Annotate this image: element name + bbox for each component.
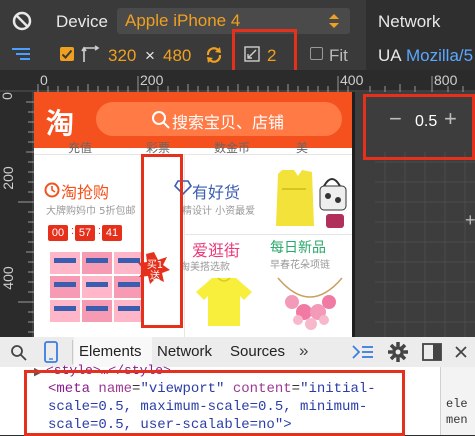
vertical-ruler-ticks xyxy=(18,92,34,337)
zoom-in-partial: + xyxy=(465,210,475,230)
network-label: Network xyxy=(378,12,441,31)
mobile-device-icon[interactable] xyxy=(44,341,58,363)
code-line-3[interactable]: scale=0.5, user-scalable=no"> xyxy=(48,417,292,433)
fit-checkbox[interactable] xyxy=(310,47,323,60)
swap-dimensions-icon[interactable] xyxy=(204,45,224,65)
search-placeholder: 搜索宝贝、店铺 xyxy=(172,113,285,132)
countdown-colon-2: : xyxy=(98,225,102,237)
ruler-label-0: 0 xyxy=(40,72,48,88)
ruler-label-800: 800 xyxy=(434,72,458,88)
gear-icon[interactable] xyxy=(387,341,409,363)
device-viewport[interactable]: 淘 搜索宝贝、店铺 充值 彩票 数金币 美 淘抢购 大牌购妈巾 5折包邮 00 … xyxy=(34,92,352,337)
checkbox-icon[interactable] xyxy=(59,46,75,62)
dock-side-icon[interactable] xyxy=(422,343,442,361)
device-select-value: Apple iPhone 4 xyxy=(125,11,241,30)
height-value[interactable]: 480 xyxy=(163,46,191,66)
tab-elements-label: Elements xyxy=(79,343,142,360)
device-pixel-ratio-icon xyxy=(244,46,260,62)
console-drawer-icon[interactable] xyxy=(352,344,374,360)
scale-value[interactable]: 2 xyxy=(267,46,276,66)
search-icon xyxy=(152,111,170,129)
code-line-2[interactable]: scale=0.5, maximum-scale=0.5, minimum- xyxy=(48,399,367,415)
ua-label: UA xyxy=(378,46,402,65)
row-divider xyxy=(184,234,352,235)
elements-panel: ▶ <style>…</style> <meta name="viewport"… xyxy=(0,363,475,436)
tab-network[interactable]: Network xyxy=(157,343,212,360)
width-value[interactable]: 320 xyxy=(108,46,136,66)
meiri-subtitle: 早春花朵项链 xyxy=(270,260,330,271)
emulation-toolbar: Device Apple iPhone 4 Network 320 × 480 … xyxy=(0,0,475,79)
aiguang-subtitle: 淘美搭选款 xyxy=(180,262,230,273)
vruler-label-0: 0 xyxy=(0,92,15,100)
fit-label: Fit xyxy=(329,46,348,65)
tab-sources[interactable]: Sources xyxy=(230,343,285,360)
close-icon[interactable] xyxy=(454,345,468,359)
horizontal-ruler: 0 200 400 800 xyxy=(0,70,475,92)
qiang-title[interactable]: 淘抢购 xyxy=(61,179,109,203)
zoom-pane: − 0.5 + + xyxy=(355,92,475,337)
countdown-minutes: 57 xyxy=(75,225,95,241)
yellow-sweater-image[interactable] xyxy=(194,276,254,328)
block-icon[interactable] xyxy=(12,11,32,31)
youhao-subtitle: 精设计 小资最爱 xyxy=(182,206,256,217)
countdown-hours: 00 xyxy=(48,225,68,241)
ruler-ticks xyxy=(0,76,475,92)
zoom-out-button[interactable]: − xyxy=(389,106,402,132)
sidebar-text-2: men xyxy=(446,413,468,427)
countdown-colon-1: : xyxy=(71,225,75,237)
diaper-product-image[interactable] xyxy=(50,244,144,322)
youhao-title[interactable]: 有好货 xyxy=(192,179,240,203)
clock-icon xyxy=(44,182,60,198)
vertical-ruler: 0 200 400 xyxy=(0,92,34,337)
search-bar[interactable]: 搜索宝贝、店铺 xyxy=(96,102,342,136)
styles-sidebar: ele men xyxy=(440,367,475,435)
countdown-seconds: 41 xyxy=(102,225,122,241)
taobao-logo[interactable]: 淘 xyxy=(46,102,74,142)
ua-value[interactable]: Mozilla/5 xyxy=(406,46,473,66)
tab-separator xyxy=(72,340,73,364)
device-label: Device xyxy=(56,12,108,31)
meiri-title[interactable]: 每日新品 xyxy=(270,237,326,257)
search-icon[interactable] xyxy=(10,344,28,362)
ruler-label-400: 400 xyxy=(340,72,364,88)
zoom-value: 0.5 xyxy=(415,113,438,130)
grid-background xyxy=(375,152,475,337)
necklace-image[interactable] xyxy=(272,272,348,332)
updown-arrows-icon xyxy=(329,14,339,28)
vruler-label-400: 400 xyxy=(0,266,16,290)
device-list-icon[interactable] xyxy=(10,45,32,63)
times-symbol: × xyxy=(145,46,155,65)
vruler-label-200: 200 xyxy=(0,166,16,190)
code-line-meta[interactable]: <meta name="viewport" content="initial- xyxy=(48,381,376,397)
edge-highlight-box xyxy=(141,154,183,328)
ruler-label-200: 200 xyxy=(140,72,164,88)
qiang-subtitle: 大牌购妈巾 5折包邮 xyxy=(46,206,136,217)
coat-and-bag-image[interactable] xyxy=(268,166,350,232)
more-tabs-button[interactable]: » xyxy=(299,341,308,361)
nav-divider xyxy=(34,154,352,155)
sidebar-text-1: ele xyxy=(446,397,468,411)
zoom-in-button[interactable]: + xyxy=(444,106,457,132)
resize-arrows-icon[interactable] xyxy=(81,45,101,65)
